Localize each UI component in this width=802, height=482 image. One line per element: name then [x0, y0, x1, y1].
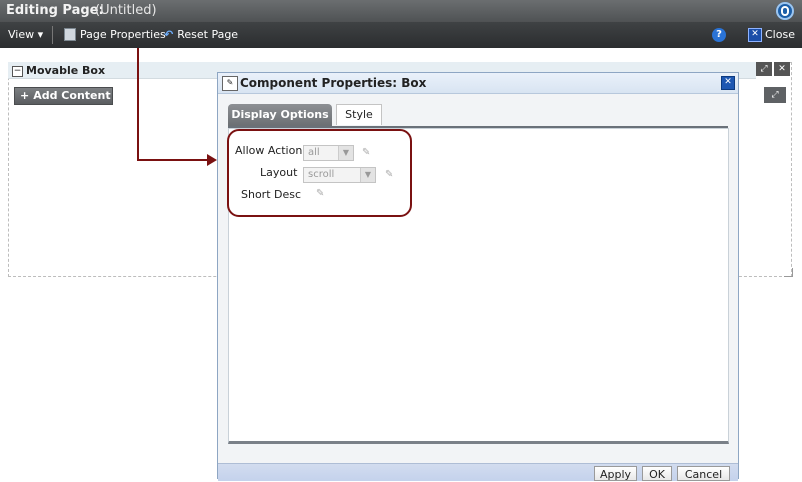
resize-handle[interactable]: [784, 268, 793, 277]
properties-icon: ✎: [222, 76, 238, 91]
view-menu-button[interactable]: View ▾: [8, 28, 43, 41]
add-content-label: Add Content: [33, 89, 111, 102]
reset-page-button[interactable]: ↶ Reset Page: [164, 28, 238, 41]
edit-component-icon[interactable]: ⤢: [764, 87, 786, 103]
chevron-down-icon: ▾: [37, 28, 44, 41]
movable-box-title: Movable Box: [26, 64, 106, 77]
annotation-highlight: [227, 129, 412, 217]
add-content-button[interactable]: + Add Content: [14, 87, 113, 105]
reset-page-label: Reset Page: [177, 28, 239, 41]
tab-style[interactable]: Style: [336, 104, 382, 125]
dialog-title: Component Properties: Box: [240, 76, 427, 90]
page-subtitle: (Untitled): [95, 3, 157, 18]
edit-box-icon[interactable]: ⤢: [756, 62, 772, 76]
page-properties-button[interactable]: Page Properties: [64, 28, 166, 41]
view-menu-label: View: [8, 28, 35, 41]
page-properties-icon: [64, 28, 76, 41]
dialog-close-icon[interactable]: ✕: [721, 76, 735, 90]
dialog-header: ✎ Component Properties: Box ✕: [218, 73, 738, 94]
tab-display-options[interactable]: Display Options: [228, 104, 332, 126]
annotation-arrowhead: [207, 154, 217, 166]
toolbar-divider: [52, 26, 53, 44]
editor-toolbar: View ▾ Page Properties ↶ Reset Page: [0, 22, 802, 48]
annotation-arrow-line: [137, 48, 139, 161]
reset-icon: ↶: [164, 28, 174, 41]
collapse-icon[interactable]: −: [12, 66, 23, 77]
app-titlebar: Editing Page: (Untitled): [0, 0, 802, 22]
page-title: Editing Page:: [6, 3, 104, 18]
page-properties-label: Page Properties: [80, 28, 166, 41]
oracle-logo-icon: [776, 2, 794, 20]
close-box-icon[interactable]: ✕: [774, 62, 790, 76]
close-icon[interactable]: ✕: [748, 28, 762, 42]
close-button-label[interactable]: Close: [765, 28, 795, 41]
plus-icon: +: [20, 89, 30, 102]
annotation-arrow-line: [137, 159, 209, 161]
help-icon[interactable]: ?: [712, 28, 726, 42]
